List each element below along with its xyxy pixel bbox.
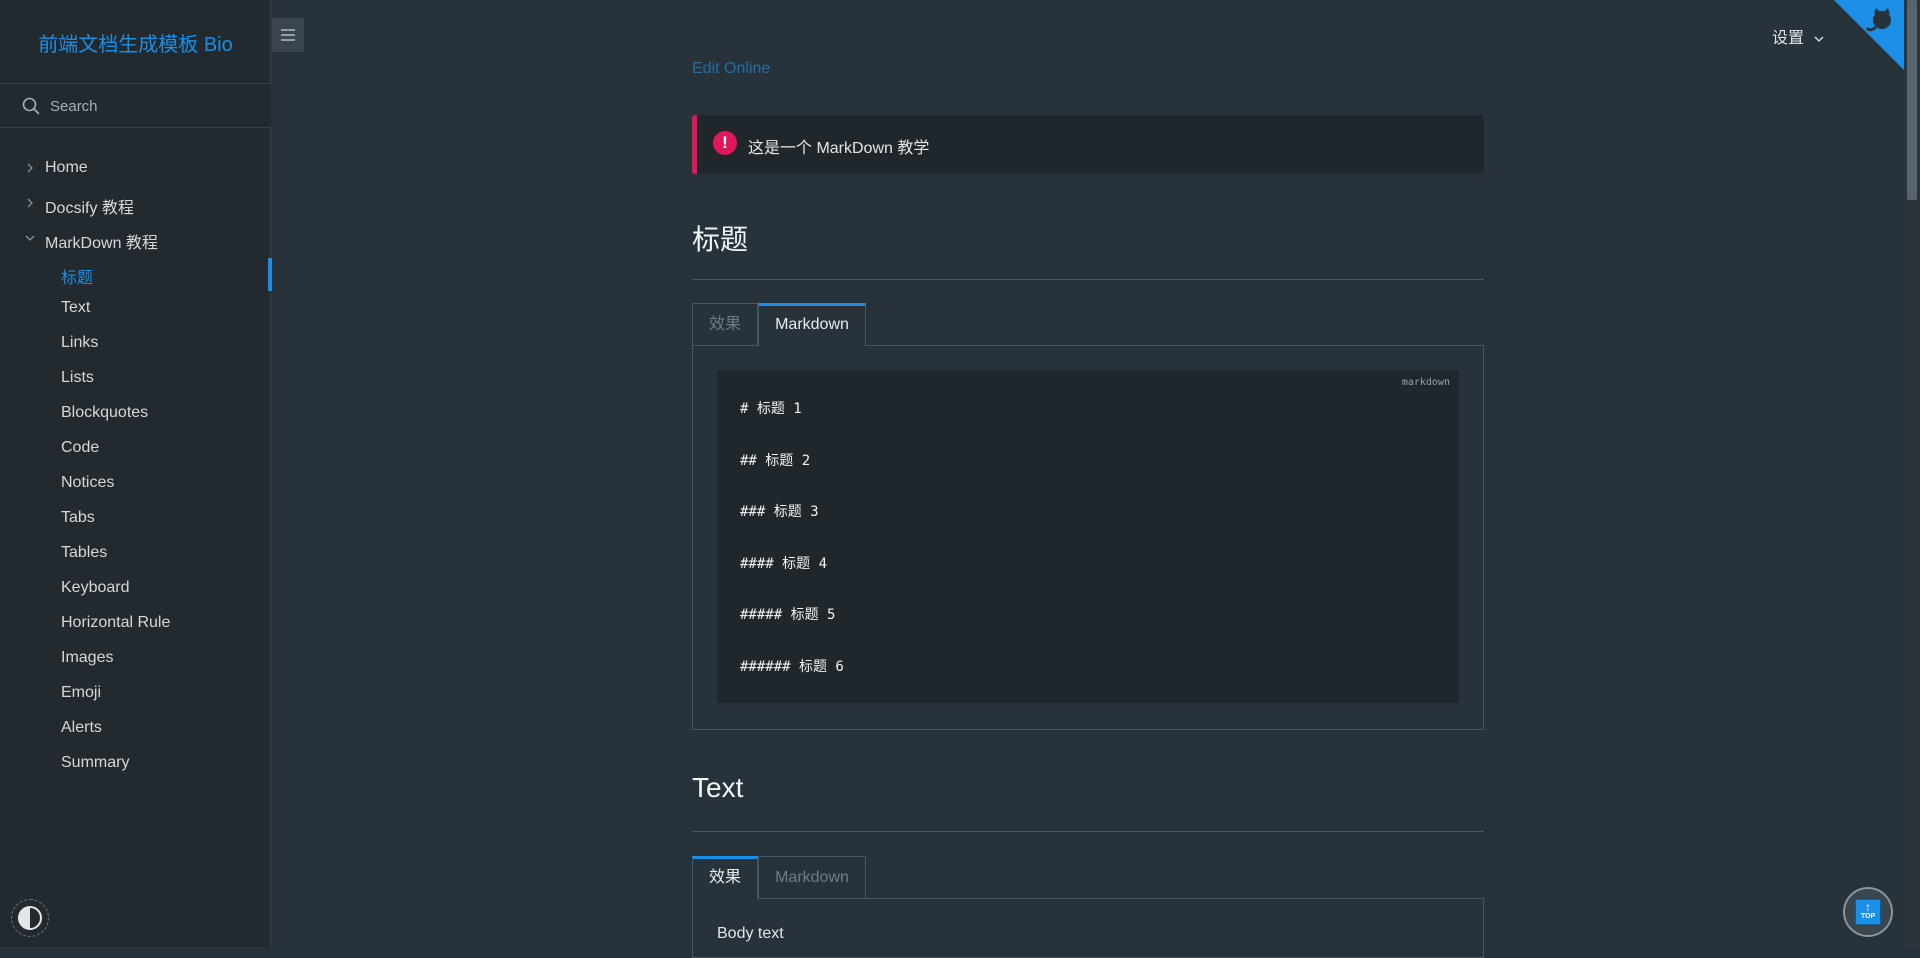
sidebar-subitem-blockquotes[interactable]: Blockquotes (0, 397, 271, 432)
sidebar-subitem-label: Blockquotes (61, 404, 149, 421)
section-title: 标题 (692, 224, 749, 255)
tab-panel: markdown # 标题 1 ## 标题 2 ### 标题 3 #### 标题… (692, 345, 1484, 730)
sidebar-subitem-alerts[interactable]: Alerts (0, 712, 271, 747)
search-icon (22, 97, 40, 115)
sidebar-subitem-horizontal-rule[interactable]: Horizontal Rule (0, 607, 271, 642)
notice-box: ! 这是一个 MarkDown 教学 (692, 115, 1484, 174)
sidebar-subitem-label: Alerts (61, 719, 102, 736)
sidebar-subitem-headings[interactable]: 标题 (0, 257, 272, 292)
settings-label: 设置 (1772, 30, 1805, 47)
sidebar-item-markdown[interactable]: MarkDown 教程 (0, 222, 271, 257)
github-corner-link[interactable] (1834, 0, 1904, 70)
sidebar-subitem-images[interactable]: Images (0, 642, 271, 677)
theme-toggle-button[interactable] (11, 899, 49, 937)
code-line: #### 标题 4 (740, 555, 828, 572)
search-input[interactable] (48, 94, 258, 118)
sidebar-item-docsify[interactable]: Docsify 教程 (0, 187, 271, 222)
alert-icon: ! (713, 131, 737, 155)
tab-effect[interactable]: 效果 (692, 856, 758, 899)
sidebar-subitem-label: Summary (61, 754, 130, 771)
search-box (0, 83, 271, 128)
code-line: ## 标题 2 (740, 452, 811, 469)
menu-icon (281, 29, 295, 41)
sidebar-subitem-summary[interactable]: Summary (0, 747, 271, 782)
chevron-right-icon (27, 198, 33, 208)
sidebar-subitem-code[interactable]: Code (0, 432, 271, 467)
sidebar-nav: Home Docsify 教程 MarkDown 教程 标题 Text Link… (0, 152, 272, 782)
sidebar-subitem-label: Images (61, 649, 114, 666)
app-title[interactable]: 前端文档生成模板 Bio (0, 28, 271, 57)
sidebar-item-label: Home (45, 159, 88, 176)
sidebar-toggle-button[interactable] (272, 18, 304, 52)
tab-markdown[interactable]: Markdown (758, 303, 866, 346)
code-content: # 标题 1 ## 标题 2 ### 标题 3 #### 标题 4 ##### … (740, 398, 844, 708)
edit-online-link[interactable]: Edit Online (692, 60, 770, 78)
sidebar-subitem-label: 标题 (61, 270, 94, 287)
tab-panel: Body text (692, 898, 1484, 958)
sidebar-subitem-links[interactable]: Links (0, 327, 271, 362)
code-line: # 标题 1 (740, 401, 802, 417)
code-line: ### 标题 3 (740, 504, 819, 521)
sidebar-subitem-lists[interactable]: Lists (0, 362, 271, 397)
chevron-down-icon (25, 235, 35, 241)
code-line: ##### 标题 5 (740, 607, 836, 624)
sidebar-subitem-label: Horizontal Rule (61, 614, 171, 631)
sidebar-subitem-tabs[interactable]: Tabs (0, 502, 271, 537)
sidebar-subitem-emoji[interactable]: Emoji (0, 677, 271, 712)
sidebar-item-label: MarkDown 教程 (45, 235, 158, 252)
tab-markdown[interactable]: Markdown (758, 856, 866, 899)
sidebar-item-home[interactable]: Home (0, 152, 271, 187)
section-heading: Text (692, 772, 1484, 832)
sidebar-subitem-label: Tables (61, 544, 108, 561)
sidebar-subitem-label: Code (61, 439, 100, 456)
sidebar-item-label: Docsify 教程 (45, 200, 134, 217)
sidebar-subitem-label: Keyboard (61, 579, 130, 596)
sidebar-subitem-keyboard[interactable]: Keyboard (0, 572, 271, 607)
sidebar-subitem-label: Text (61, 299, 91, 316)
sidebar: 前端文档生成模板 Bio Home Docsify 教程 MarkDown 教程… (0, 0, 272, 947)
tab-effect[interactable]: 效果 (692, 303, 758, 346)
back-to-top-button[interactable]: ↑ TOP (1843, 887, 1893, 937)
code-block: markdown # 标题 1 ## 标题 2 ### 标题 3 #### 标题… (717, 370, 1459, 703)
back-to-top-label: TOP (1860, 913, 1876, 920)
code-line: ###### 标题 6 (740, 658, 844, 675)
sidebar-subitem-tables[interactable]: Tables (0, 537, 271, 572)
code-language-label: markdown (1401, 377, 1450, 388)
chevron-down-icon (1815, 36, 1824, 42)
sidebar-subitem-label: Notices (61, 474, 115, 491)
scrollbar-thumb[interactable] (1907, 0, 1917, 200)
sidebar-subitem-label: Lists (61, 369, 94, 386)
arrow-up-icon: ↑ TOP (1855, 899, 1881, 925)
body-text: Body text (717, 925, 784, 942)
chevron-right-icon (27, 163, 33, 173)
sidebar-subitem-text[interactable]: Text (0, 292, 271, 327)
sidebar-subitem-notices[interactable]: Notices (0, 467, 271, 502)
page-scrollbar[interactable] (1904, 0, 1920, 947)
notice-text: 这是一个 MarkDown 教学 (748, 140, 930, 157)
sidebar-subitem-label: Tabs (61, 509, 95, 526)
sidebar-subitem-label: Links (61, 334, 99, 351)
section-title: Text (692, 772, 744, 803)
contrast-icon (18, 906, 42, 930)
section-heading: 标题 (692, 218, 1484, 280)
settings-dropdown[interactable]: 设置 (1772, 24, 1824, 48)
sidebar-subitem-label: Emoji (61, 684, 102, 701)
